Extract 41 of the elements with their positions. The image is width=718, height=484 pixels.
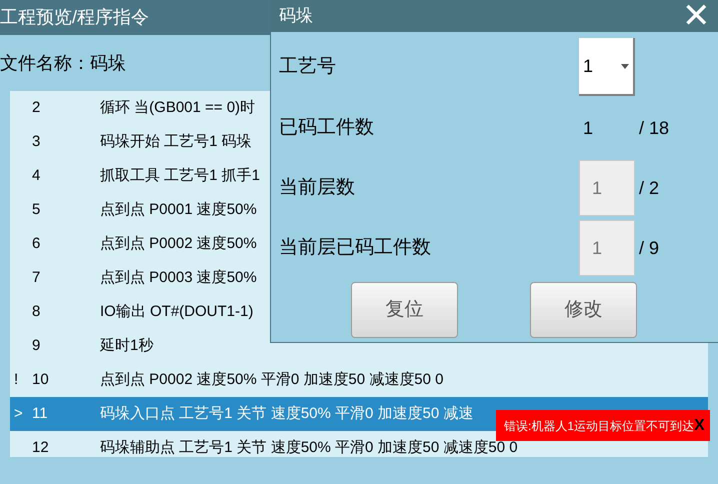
instruction-text: 点到点 P0001 速度50% (100, 200, 257, 220)
count-value: 1 (582, 116, 594, 140)
dialog-title: 码垛 (279, 5, 313, 28)
program-row[interactable]: ! 10 点到点 P0002 速度50% 平滑0 加速度50 减速度50 0 (10, 363, 708, 397)
field-label: 当前层已码工件数 (279, 236, 432, 260)
window-title: 工程预览/程序指令 (0, 6, 150, 29)
instruction-text: 点到点 P0002 速度50% 平滑0 加速度50 减速度50 0 (100, 370, 444, 390)
line-number: 2 (32, 98, 42, 118)
instruction-text: IO输出 OT#(DOUT1-1) (100, 302, 254, 322)
line-number: 3 (32, 132, 42, 152)
dialog-button[interactable]: 修改 (530, 282, 637, 338)
total-text: / 9 (639, 236, 660, 260)
total-text: / 2 (639, 176, 660, 200)
close-button[interactable]: ✕ (682, 0, 710, 33)
row-marker: > (14, 404, 23, 422)
file-name-label: 文件名称：码垛 (0, 52, 126, 74)
dialog-button[interactable]: 复位 (351, 282, 458, 338)
instruction-text: 延时1秒 (100, 336, 154, 356)
instruction-text: 循环 当(GB001 == 0)时 (100, 98, 256, 118)
line-number: 7 (32, 268, 42, 288)
instruction-text: 抓取工具 工艺号1 抓手1 (100, 166, 260, 186)
line-number: 9 (32, 336, 42, 356)
total-text: / 18 (639, 116, 670, 140)
instruction-text: 码垛辅助点 工艺号1 关节 速度50% 平滑0 加速度50 减速度50 0 (100, 438, 518, 458)
line-number: 11 (32, 404, 49, 424)
instruction-text: 码垛开始 工艺号1 码垛 (100, 132, 252, 152)
row-marker: ! (14, 370, 18, 388)
dropdown-caret-icon (621, 64, 629, 68)
field-label: 已码工件数 (279, 116, 375, 140)
line-number: 12 (32, 438, 50, 458)
instruction-text: 码垛入口点 工艺号1 关节 速度50% 平滑0 加速度50 减速 (100, 404, 474, 424)
process-select[interactable]: 1 (579, 38, 635, 96)
field-label: 工艺号 (279, 54, 337, 79)
line-number: 10 (32, 370, 50, 390)
line-number: 8 (32, 302, 42, 322)
instruction-text: 点到点 P0003 速度50% (100, 268, 257, 288)
line-number: 5 (32, 200, 42, 220)
line-number: 4 (32, 166, 42, 186)
instruction-text: 点到点 P0002 速度50% (100, 234, 257, 254)
line-number: 6 (32, 234, 42, 254)
field-label: 当前层数 (279, 176, 356, 200)
